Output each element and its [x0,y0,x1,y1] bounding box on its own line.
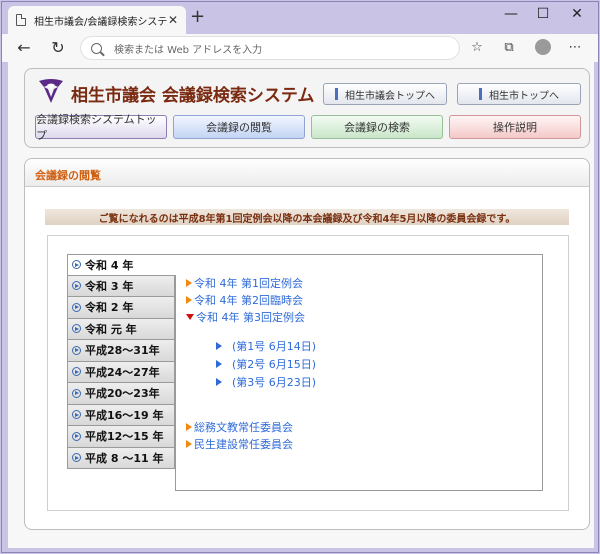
session-label: 令和 4年 第3回定例会 [196,311,305,324]
arrow-right-icon [216,378,222,386]
site-title: 相生市議会 会議録検索システム [71,86,315,106]
year-item-h20-23[interactable]: 平成20～23年 [67,383,175,405]
year-label: 平成20～23年 [85,387,160,401]
year-label: 平成16～19 年 [85,408,164,422]
menu-system-top[interactable]: 会議録検索システムトップ [35,113,167,142]
circle-arrow-icon [72,453,81,463]
address-bar[interactable]: 検索または Web アドレスを入力 [80,36,460,60]
circle-arrow-icon [72,410,81,420]
city-top-link[interactable]: 相生市トップへ [457,83,581,105]
year-label: 令和 4 年 [85,258,134,272]
link-marker-icon [479,88,482,100]
menu-browse[interactable]: 会議録の閲覧 [173,115,305,139]
favorites-icon[interactable]: ☆ [468,40,486,56]
year-label: 令和 2 年 [85,301,134,315]
session-list: 令和 4年 第1回定例会 令和 4年 第2回臨時会 令和 4年 第3回定例会 (… [175,254,543,491]
menu-search[interactable]: 会議録の検索 [311,115,443,139]
council-top-link[interactable]: 相生市議会トップへ [323,83,447,105]
city-emblem-icon [39,79,63,103]
tab-close-icon[interactable]: ✕ [168,13,178,27]
session-link-expanded[interactable]: 令和 4年 第3回定例会 [186,309,305,325]
reload-icon[interactable]: ↻ [48,38,68,58]
section-title: 会議録の閲覧 [35,169,101,182]
year-label: 平成28～31年 [85,344,160,358]
year-item-h16-19[interactable]: 平成16～19 年 [67,404,175,426]
circle-arrow-icon [72,388,81,398]
session-link[interactable]: 令和 4年 第1回定例会 [186,275,303,291]
committee-link[interactable]: 総務文教常任委員会 [186,419,293,435]
page-viewport: 相生市議会 会議録検索システム 相生市議会トップへ 相生市トップへ 会議録検索シ… [8,62,594,548]
circle-arrow-icon [72,431,81,441]
menu-help[interactable]: 操作説明 [449,115,581,139]
tab-title: 相生市議会/会議録検索システム [34,16,168,28]
session-label: 令和 4年 第2回臨時会 [194,294,303,307]
year-label: 平成12～15 年 [85,430,164,444]
link-marker-icon [335,88,338,100]
session-link[interactable]: 令和 4年 第2回臨時会 [186,292,303,308]
collections-icon[interactable]: ⧉ [500,40,518,56]
circle-arrow-icon [72,324,81,334]
issue-link[interactable]: (第2号 6月15日) [216,356,316,372]
arrow-right-icon [186,296,192,304]
year-label: 令和 3 年 [85,279,134,293]
city-top-label: 相生市トップへ [489,90,559,102]
session-label: 令和 4年 第1回定例会 [194,277,303,290]
profile-avatar[interactable] [535,39,551,55]
year-item-h12-15[interactable]: 平成12～15 年 [67,426,175,448]
browser-window: 相生市議会/会議録検索システム ✕ + — ☐ ✕ ← ↻ 検索または Web … [1,1,599,553]
issue-link[interactable]: (第3号 6月23日) [216,374,316,390]
year-item-r1[interactable]: 令和 元 年 [67,318,175,340]
arrow-right-icon [186,279,192,287]
content-panel: 会議録の閲覧 ご覧になれるのは平成8年第1回定例会以降の本会議録及び令和4年5月… [24,158,590,530]
year-item-r3[interactable]: 令和 3 年 [67,275,175,297]
year-item-r2[interactable]: 令和 2 年 [67,297,175,319]
committee-label: 総務文教常任委員会 [194,421,293,434]
page-icon [16,14,26,26]
circle-arrow-icon [72,281,81,291]
year-list: 令和 4 年 令和 3 年 令和 2 年 令和 元 年 平成28～31年 平成2… [67,254,176,469]
issue-label: (第1号 6月14日) [232,340,317,353]
browser-toolbar: ← ↻ 検索または Web アドレスを入力 ☆ ⧉ ⋯ [2,34,598,62]
menu-dots-icon[interactable]: ⋯ [566,40,584,56]
section-header: 会議録の閲覧 [25,159,589,187]
circle-arrow-icon [72,345,81,355]
arrow-right-icon [186,423,192,431]
year-label: 平成 8 ～11 年 [85,451,164,465]
circle-arrow-icon [72,302,81,312]
issue-link[interactable]: (第1号 6月14日) [216,338,316,354]
year-item-h24-27[interactable]: 平成24～27年 [67,361,175,383]
arrow-right-icon [216,360,222,368]
arrow-right-icon [216,342,222,350]
browse-area: 令和 4 年 令和 3 年 令和 2 年 令和 元 年 平成28～31年 平成2… [47,235,569,511]
site-header: 相生市議会 会議録検索システム 相生市議会トップへ 相生市トップへ 会議録検索シ… [24,68,590,148]
year-item-h28-31[interactable]: 平成28～31年 [67,340,175,362]
arrow-right-icon [186,440,192,448]
arrow-down-icon [186,314,194,320]
maximize-icon[interactable]: ☐ [528,6,558,22]
address-placeholder: 検索または Web アドレスを入力 [114,44,263,56]
issue-label: (第2号 6月15日) [232,358,317,371]
tab-bar: 相生市議会/会議録検索システム ✕ + — ☐ ✕ [2,2,598,34]
circle-arrow-icon [72,367,81,377]
minimize-icon[interactable]: — [496,6,526,22]
committee-label: 民生建設常任委員会 [194,438,293,451]
search-icon [91,42,102,54]
notice-banner: ご覧になれるのは平成8年第1回定例会以降の本会議録及び令和4年5月以降の委員会録… [45,209,569,225]
issue-label: (第3号 6月23日) [232,376,317,389]
year-item-r4[interactable]: 令和 4 年 [67,254,176,276]
year-label: 平成24～27年 [85,365,160,379]
council-top-label: 相生市議会トップへ [345,90,435,102]
browser-tab[interactable]: 相生市議会/会議録検索システム ✕ [8,6,186,34]
back-icon[interactable]: ← [14,38,34,58]
new-tab-icon[interactable]: + [190,8,205,26]
circle-arrow-icon [72,260,81,270]
window-close-icon[interactable]: ✕ [562,6,592,22]
year-item-h8-11[interactable]: 平成 8 ～11 年 [67,447,175,469]
committee-link[interactable]: 民生建設常任委員会 [186,436,293,452]
year-label: 令和 元 年 [85,322,137,336]
